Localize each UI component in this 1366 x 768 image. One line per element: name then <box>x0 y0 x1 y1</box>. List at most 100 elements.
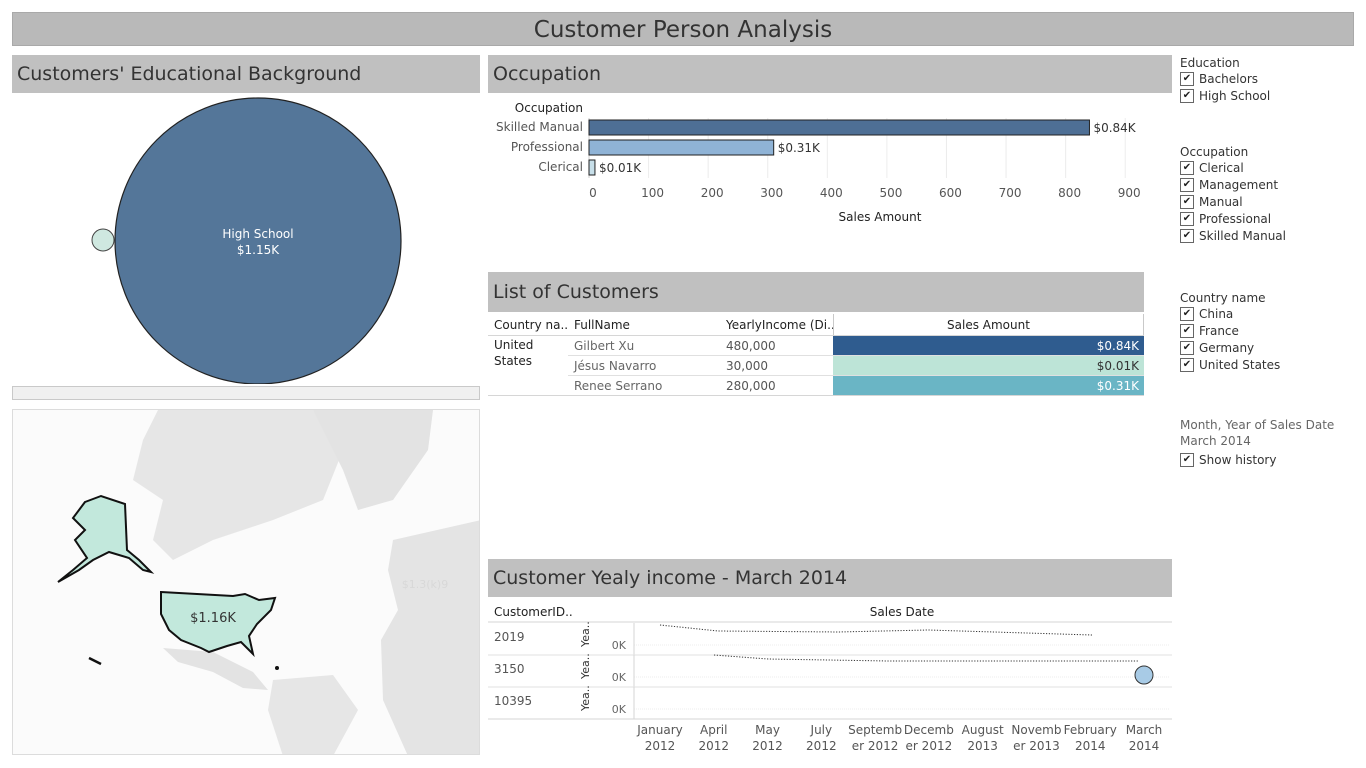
occupation-x-tick: 500 <box>879 186 902 200</box>
filter-checkbox[interactable]: ✔ <box>1180 211 1194 226</box>
puerto-rico-shape <box>275 666 279 670</box>
occupation-filter-option[interactable]: ✔ Clerical <box>1180 159 1360 176</box>
occupation-x-tick: 900 <box>1118 186 1141 200</box>
income-row-customer-id[interactable]: 2019 <box>494 630 525 644</box>
canada-shape <box>133 410 343 560</box>
income-x-tick-line1: April <box>700 723 727 737</box>
filter-option-label: China <box>1199 306 1234 321</box>
income-row-customer-id[interactable]: 10395 <box>494 694 532 708</box>
occupation-x-axis-title: Sales Amount <box>839 210 922 224</box>
occupation-filter-option[interactable]: ✔ Professional <box>1180 210 1360 227</box>
country-filter-option[interactable]: ✔ Germany <box>1180 339 1360 356</box>
filter-checkbox[interactable]: ✔ <box>1180 88 1194 103</box>
income-highlight-point[interactable] <box>1134 665 1154 685</box>
filter-option-label: Professional <box>1199 211 1272 226</box>
filter-checkbox[interactable]: ✔ <box>1180 160 1194 175</box>
table-row[interactable]: Gilbert Xu 480,000 $0.84K <box>568 336 1144 356</box>
occupation-x-tick: 100 <box>641 186 664 200</box>
row-fullname: Renee Serrano <box>574 379 663 393</box>
country-filter-option[interactable]: ✔ France <box>1180 322 1360 339</box>
show-history-toggle[interactable]: ✔ Show history <box>1180 451 1360 468</box>
bubble-high-school-value: $1.15K <box>237 243 280 257</box>
sales-map[interactable]: $1.16K $1.3(k)9 <box>12 409 480 755</box>
row-sales-amount: $0.01K <box>833 356 1144 375</box>
occupation-bar[interactable] <box>588 139 775 156</box>
education-bubble-svg: High School $1.15K <box>91 97 402 384</box>
customer-id-header[interactable]: CustomerID.. <box>494 605 573 619</box>
table-row[interactable]: Renee Serrano 280,000 $0.31K <box>568 376 1144 396</box>
occupation-bar[interactable] <box>588 159 596 176</box>
map-faded-label: $1.3(k)9 <box>402 578 448 591</box>
occupation-category-label: Clerical <box>538 160 583 174</box>
filter-option-label: High School <box>1199 88 1271 103</box>
table-row[interactable]: Jésus Navarro 30,000 $0.01K <box>568 356 1144 376</box>
country-filter-option[interactable]: ✔ China <box>1180 305 1360 322</box>
filter-checkbox[interactable]: ✔ <box>1180 323 1194 338</box>
filter-checkbox[interactable]: ✔ <box>1180 357 1194 372</box>
income-row-tick: 0K <box>612 639 627 652</box>
occupation-bars: Skilled Manual $0.84K Professional $0.31K Cl… <box>496 119 1137 176</box>
income-x-tick-line1: Novemb <box>1011 723 1061 737</box>
south-america-shape <box>268 675 358 754</box>
education-filter: Education ✔ Bachelors ✔ High School <box>1180 56 1360 104</box>
row-sales-amount: $0.31K <box>833 376 1144 395</box>
col-fullname[interactable]: FullName <box>574 318 630 332</box>
income-x-tick-line2: 2012 <box>752 739 783 753</box>
row-income: 30,000 <box>726 359 768 373</box>
filter-option-label: Clerical <box>1199 160 1244 175</box>
occupation-x-tick: 0 <box>589 186 597 200</box>
show-history-checkbox[interactable]: ✔ <box>1180 452 1194 467</box>
occupation-filter-title: Occupation <box>1180 145 1249 159</box>
occupation-section-title: Occupation <box>488 55 1172 93</box>
occupation-filter-option[interactable]: ✔ Manual <box>1180 193 1360 210</box>
country-cell-line2: States <box>494 354 533 368</box>
education-filter-option[interactable]: ✔ High School <box>1180 87 1360 104</box>
filter-checkbox[interactable]: ✔ <box>1180 228 1194 243</box>
filter-checkbox[interactable]: ✔ <box>1180 306 1194 321</box>
income-x-tick-line1: Decemb <box>904 723 954 737</box>
bubble-high-school[interactable] <box>114 97 402 384</box>
col-yearly-income[interactable]: YearlyIncome (Di.. <box>726 318 835 332</box>
income-row-axis-title: Yea.. <box>579 653 592 680</box>
country-filter-options: ✔ China ✔ France ✔ Germany ✔ United States <box>1180 305 1360 373</box>
occupation-bar[interactable] <box>588 119 1090 136</box>
country-filter-option[interactable]: ✔ United States <box>1180 356 1360 373</box>
occupation-chart-svg: Occupation Skilled Manual $0.84K Professio… <box>496 101 1141 224</box>
filter-option-label: Manual <box>1199 194 1243 209</box>
col-sales-amount[interactable]: Sales Amount <box>833 314 1144 335</box>
filter-checkbox[interactable]: ✔ <box>1180 194 1194 209</box>
map-us-label: $1.16K <box>190 611 236 626</box>
col-country[interactable]: Country na.. <box>494 318 568 332</box>
date-filter-value[interactable]: March 2014 <box>1180 434 1360 448</box>
education-section-title: Customers' Educational Background <box>12 55 480 93</box>
alaska-shape[interactable] <box>57 494 155 583</box>
income-x-tick-line2: 2013 <box>967 739 998 753</box>
income-row-customer-id[interactable]: 3150 <box>494 662 525 676</box>
horizontal-scrollbar[interactable] <box>12 386 480 400</box>
country-filter: Country name ✔ China ✔ France ✔ Germany ✔ Unite… <box>1180 291 1360 373</box>
hawaii-shape <box>88 656 102 666</box>
income-x-tick-line2: er 2012 <box>906 739 953 753</box>
table-bottom-line <box>488 395 1144 396</box>
occupation-filter-options: ✔ Clerical ✔ Management ✔ Manual ✔ Professional… <box>1180 159 1360 244</box>
filter-checkbox[interactable]: ✔ <box>1180 177 1194 192</box>
occupation-x-tick: 800 <box>1058 186 1081 200</box>
row-fullname: Jésus Navarro <box>574 359 657 373</box>
filter-option-label: Germany <box>1199 340 1255 355</box>
education-filter-option[interactable]: ✔ Bachelors <box>1180 70 1360 87</box>
filter-option-label: Management <box>1199 177 1279 192</box>
row-income: 280,000 <box>726 379 776 393</box>
income-row-tick: 0K <box>612 671 627 684</box>
filter-checkbox[interactable]: ✔ <box>1180 340 1194 355</box>
occupation-filter-option[interactable]: ✔ Skilled Manual <box>1180 227 1360 244</box>
date-filter: Month, Year of Sales Date March 2014 ✔ S… <box>1180 418 1360 468</box>
filter-checkbox[interactable]: ✔ <box>1180 71 1194 86</box>
row-sales-amount: $0.84K <box>833 336 1144 355</box>
bubble-bachelors[interactable] <box>91 228 115 252</box>
occupation-filter-option[interactable]: ✔ Management <box>1180 176 1360 193</box>
filter-option-label: Skilled Manual <box>1199 228 1286 243</box>
occupation-category-label: Skilled Manual <box>496 120 583 134</box>
sales-date-header: Sales Date <box>870 605 934 619</box>
income-x-tick-line2: er 2012 <box>852 739 899 753</box>
europe-africa-shape <box>381 520 479 754</box>
